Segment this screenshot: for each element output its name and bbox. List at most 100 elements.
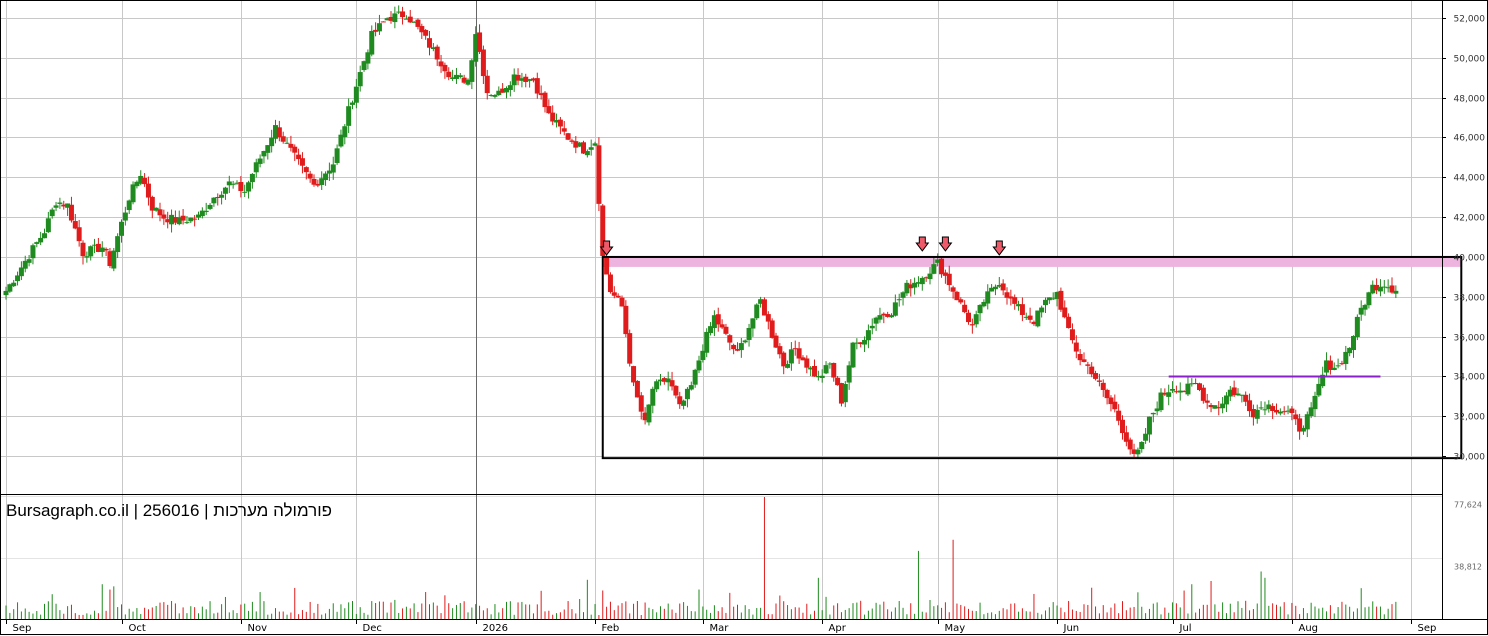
candle-body bbox=[1166, 392, 1172, 397]
candle-body bbox=[299, 158, 305, 166]
candle-body bbox=[1331, 367, 1337, 370]
candle-body bbox=[650, 388, 656, 406]
candle-body bbox=[1116, 410, 1122, 421]
candle-body bbox=[966, 312, 971, 323]
candle-body bbox=[219, 194, 225, 198]
candle-body bbox=[457, 75, 463, 78]
candle-body bbox=[1262, 409, 1268, 411]
candle-body bbox=[1112, 401, 1118, 410]
candle-body bbox=[958, 299, 964, 303]
candle-body bbox=[180, 215, 186, 221]
candle-body bbox=[1204, 400, 1210, 403]
candle-body bbox=[985, 291, 991, 304]
down-arrow-icon bbox=[915, 236, 930, 252]
candle-body bbox=[696, 360, 702, 371]
candle-body bbox=[688, 385, 694, 390]
candle-body bbox=[812, 365, 817, 377]
range-box bbox=[601, 255, 1463, 460]
candle-body bbox=[119, 221, 124, 236]
candle-body bbox=[115, 236, 121, 253]
candle-body bbox=[1393, 290, 1399, 294]
candle-body bbox=[615, 295, 621, 298]
time-tick-label: Jun bbox=[1063, 623, 1080, 634]
candle-body bbox=[646, 404, 652, 423]
resistance-zone bbox=[602, 256, 1462, 267]
candle-body bbox=[877, 315, 883, 320]
candle-body bbox=[542, 92, 548, 108]
candle-body bbox=[1062, 307, 1068, 318]
candle-body bbox=[49, 209, 55, 217]
volume-tick-label: 38,812 bbox=[1454, 563, 1482, 572]
candle-body bbox=[346, 106, 352, 126]
candle-body bbox=[76, 227, 82, 242]
candle-body bbox=[161, 214, 167, 219]
candle-body bbox=[257, 158, 263, 164]
candle-body bbox=[230, 183, 236, 185]
candle-body bbox=[1150, 412, 1156, 415]
candle-body bbox=[80, 242, 86, 257]
candle-body bbox=[1366, 292, 1372, 306]
candle-body bbox=[788, 349, 794, 364]
candle-body bbox=[561, 128, 567, 132]
candle-body bbox=[804, 358, 810, 368]
candle-body bbox=[819, 375, 825, 378]
candle-body bbox=[1223, 395, 1229, 405]
candle-body bbox=[446, 71, 452, 78]
candle-body bbox=[992, 286, 998, 290]
candle-body bbox=[746, 327, 752, 340]
candle-body bbox=[157, 209, 163, 216]
candle-body bbox=[1185, 383, 1191, 395]
candle-body bbox=[927, 273, 933, 280]
candle-body bbox=[26, 259, 32, 263]
time-tick-label: Nov bbox=[248, 623, 268, 634]
candle-body bbox=[754, 304, 760, 319]
candle-body bbox=[1120, 419, 1125, 434]
price-tick-label: 42,000 bbox=[1454, 214, 1486, 224]
candle-body bbox=[1073, 342, 1079, 352]
candle-body bbox=[246, 182, 252, 192]
candle-body bbox=[931, 264, 937, 274]
candle-body bbox=[692, 369, 698, 385]
candle-body bbox=[973, 314, 979, 325]
candle-body bbox=[269, 137, 275, 147]
candle-body bbox=[750, 318, 756, 329]
candle-body bbox=[1104, 389, 1110, 399]
candle-body bbox=[962, 304, 968, 313]
candle-body bbox=[42, 233, 47, 239]
candle-body bbox=[831, 362, 837, 378]
candle-body bbox=[18, 267, 24, 277]
candle-body bbox=[731, 344, 737, 350]
candle-body bbox=[1351, 335, 1356, 351]
candle-body bbox=[607, 274, 613, 293]
candle-body bbox=[1058, 290, 1064, 310]
watermark-text: Bursagraph.co.il | 256016 | פורמולה מערכ… bbox=[6, 501, 332, 520]
candle-body bbox=[742, 340, 748, 343]
candle-body bbox=[400, 11, 406, 18]
candle-body bbox=[1158, 392, 1164, 411]
candle-body bbox=[434, 46, 440, 60]
price-tick-label: 44,000 bbox=[1454, 174, 1486, 184]
candle-body bbox=[823, 365, 829, 374]
time-tick-label: May bbox=[945, 623, 966, 634]
price-tick-label: 32,000 bbox=[1454, 413, 1486, 423]
candle-body bbox=[950, 287, 956, 292]
axes: 30,000 32,000 34,000 36,000 38,000 40,000 42,0… bbox=[0, 0, 1488, 635]
candle-body bbox=[427, 38, 432, 48]
candle-body bbox=[1027, 315, 1033, 320]
candle-body bbox=[1343, 351, 1349, 364]
candle-body bbox=[892, 302, 898, 316]
candle-body bbox=[469, 60, 475, 82]
time-tick-label: Aug bbox=[1299, 623, 1319, 634]
candle-body bbox=[380, 21, 386, 23]
candle-body bbox=[1012, 297, 1018, 304]
candle-body bbox=[57, 202, 63, 204]
candle-body bbox=[307, 173, 313, 179]
candle-body bbox=[38, 237, 44, 243]
candle-body bbox=[280, 136, 286, 142]
candle-body bbox=[34, 242, 40, 244]
candle-body bbox=[357, 72, 363, 87]
candle-body bbox=[292, 146, 298, 153]
candle-body bbox=[11, 282, 17, 287]
candle-body bbox=[415, 19, 421, 27]
candle-body bbox=[761, 299, 767, 316]
